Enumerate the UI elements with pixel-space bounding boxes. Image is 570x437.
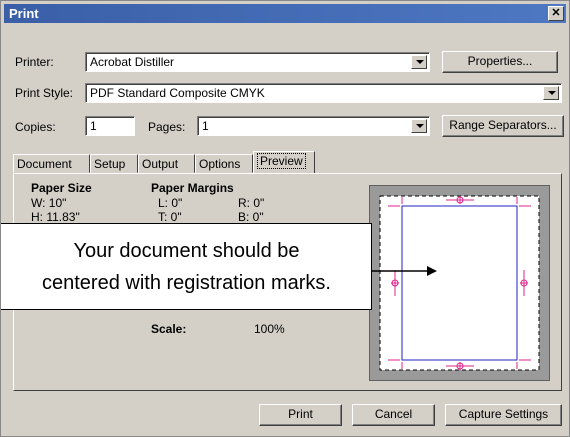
close-icon: ✕ [551,7,561,19]
pages-value: 1 [202,119,209,133]
capture-settings-button[interactable]: Capture Settings [445,404,562,426]
pages-select[interactable]: 1 [197,116,430,136]
print-button[interactable]: Print [259,404,342,426]
page-preview [369,185,550,381]
paper-width: W: 10" [31,196,67,210]
copies-input[interactable]: 1 [85,116,135,136]
copies-value: 1 [90,119,97,133]
cancel-button[interactable]: Cancel [352,404,435,426]
range-separators-button[interactable]: Range Separators... [442,115,564,137]
tab-document[interactable]: Document [13,154,90,173]
title-bar: Print ✕ [4,4,566,23]
properties-button[interactable]: Properties... [442,51,558,73]
margin-bottom: B: 0" [238,210,264,224]
tab-preview[interactable]: Preview [253,151,315,174]
margin-top: T: 0" [158,210,182,224]
paper-height: H: 11.83" [31,210,80,224]
tab-preview-label: Preview [257,153,306,169]
chevron-down-icon[interactable] [543,86,559,100]
scale-value: 100% [254,322,285,336]
print-dialog: Print ✕ Printer: Acrobat Distiller Prope… [0,0,570,437]
margin-right: R: 0" [238,196,265,210]
callout-line-2: centered with registration marks. [41,272,331,294]
copies-label: Copies: [15,120,56,134]
arrow-icon [371,266,437,276]
paper-margins-heading: Paper Margins [151,181,234,195]
window-title: Print [9,6,39,21]
printer-select[interactable]: Acrobat Distiller [85,52,430,72]
annotation-callout: Your document should be centered with re… [1,223,372,310]
close-button[interactable]: ✕ [548,6,564,21]
paper-size-heading: Paper Size [31,181,92,195]
printer-label: Printer: [15,55,54,69]
callout-line-1: Your document should be [73,240,300,262]
pages-label: Pages: [148,120,186,134]
print-style-select[interactable]: PDF Standard Composite CMYK [85,83,562,103]
print-style-value: PDF Standard Composite CMYK [90,86,265,100]
tab-options[interactable]: Options [195,154,253,173]
page-preview-graphic [379,195,540,371]
sheet-outline [379,195,540,371]
chevron-down-icon[interactable] [411,119,427,133]
print-style-label: Print Style: [15,86,74,100]
printer-value: Acrobat Distiller [90,55,175,69]
tab-output[interactable]: Output [138,154,195,173]
chevron-down-icon[interactable] [411,55,427,69]
tab-setup[interactable]: Setup [90,154,138,173]
margin-left: L: 0" [158,196,183,210]
scale-label: Scale: [151,322,187,336]
